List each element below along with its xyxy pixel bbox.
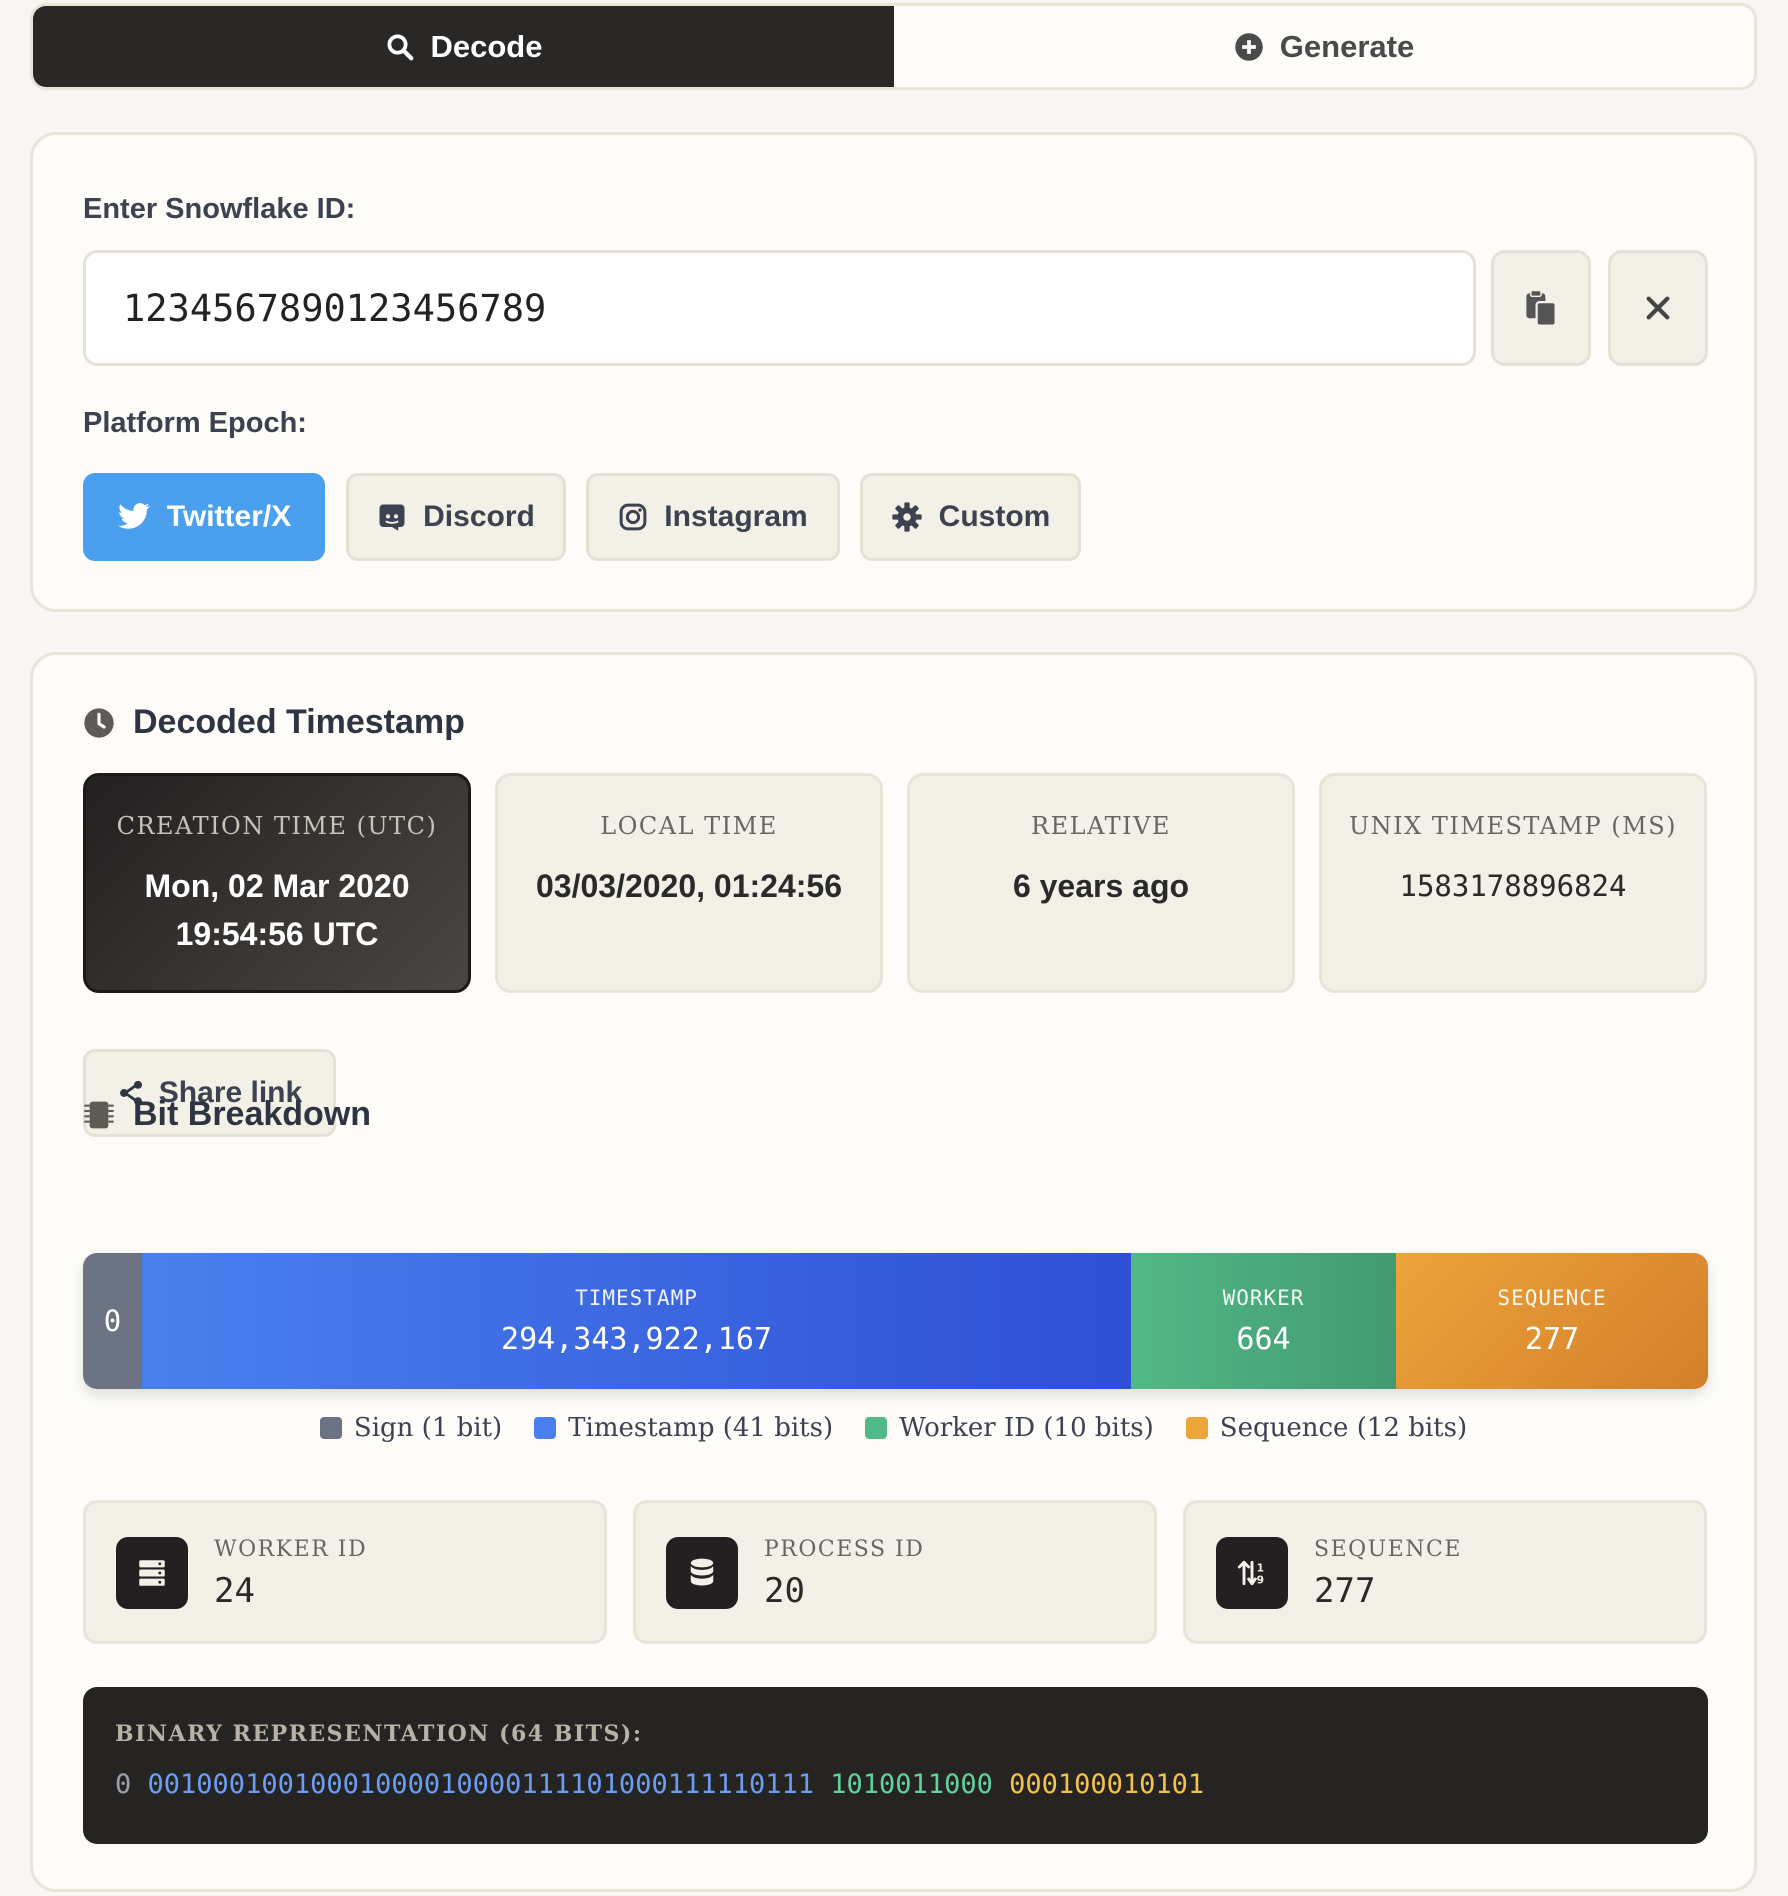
- worker-segment: WORKER 664: [1131, 1253, 1396, 1389]
- sequence-value: 277: [1314, 1571, 1376, 1611]
- legend-item-sequence: Sequence (12 bits): [1185, 1413, 1468, 1443]
- unix-timestamp-label: UNIX TIMESTAMP (MS): [1348, 812, 1678, 840]
- decoded-timestamp-title: Decoded Timestamp: [133, 703, 465, 741]
- creation-time-card: CREATION TIME (UTC) Mon, 02 Mar 2020 19:…: [83, 773, 471, 993]
- epoch-option-instagram[interactable]: Instagram: [586, 473, 840, 561]
- bit-breakdown-title: Bit Breakdown: [133, 1095, 372, 1133]
- decoded-card: Decoded Timestamp CREATION TIME (UTC) Mo…: [30, 652, 1757, 1892]
- tab-decode[interactable]: Decode: [33, 6, 894, 87]
- clipboard-icon: [1523, 289, 1559, 327]
- local-time-value: 03/03/2020, 01:24:56: [535, 868, 843, 904]
- worker-id-card: WORKER ID 24: [83, 1500, 607, 1644]
- local-time-label: LOCAL TIME: [600, 812, 778, 840]
- sort-icon: 19: [1216, 1537, 1288, 1609]
- legend-item-sign: Sign (1 bit): [319, 1413, 503, 1443]
- process-id-label: PROCESS ID: [764, 1537, 925, 1562]
- relative-time-label: RELATIVE: [1031, 812, 1171, 840]
- sequence-segment-value: 277: [1524, 1321, 1580, 1357]
- unix-timestamp-card: UNIX TIMESTAMP (MS) 1583178896824: [1319, 773, 1707, 993]
- binary-representation: BINARY REPRESENTATION (64 BITS): 0 00100…: [83, 1687, 1708, 1844]
- binary-sequence-bits: 000100010101: [1009, 1769, 1205, 1800]
- sign-segment: 0: [83, 1253, 142, 1389]
- clear-button[interactable]: [1608, 250, 1708, 366]
- bit-breakdown-bar: 0 TIMESTAMP 294,343,922,167 WORKER 664 S…: [83, 1253, 1708, 1389]
- paste-button[interactable]: [1491, 250, 1591, 366]
- legend-label: Timestamp (41 bits): [568, 1413, 834, 1443]
- sequence-segment-label: SEQUENCE: [1497, 1285, 1607, 1310]
- legend-item-timestamp: Timestamp (41 bits): [534, 1413, 833, 1443]
- binary-sign-bits: 0: [115, 1769, 132, 1800]
- process-id-value: 20: [764, 1571, 805, 1611]
- input-card: Enter Snowflake ID: Platform Epoch: Twit…: [30, 132, 1757, 612]
- timestamp-segment: TIMESTAMP 294,343,922,167: [142, 1253, 1131, 1389]
- snowflake-id-label: Enter Snowflake ID:: [83, 193, 356, 225]
- binary-worker-bits: 1010011000: [830, 1769, 993, 1800]
- bit-breakdown-heading: Bit Breakdown: [83, 1095, 371, 1134]
- close-icon: [1644, 294, 1672, 322]
- legend-label: Worker ID (10 bits): [899, 1413, 1154, 1443]
- platform-epoch-label: Platform Epoch:: [83, 407, 307, 439]
- epoch-option-label: Twitter/X: [166, 500, 292, 533]
- legend-label: Sequence (12 bits): [1219, 1413, 1468, 1443]
- creation-time-value: Mon, 02 Mar 2020 19:54:56 UTC: [144, 868, 410, 952]
- unix-timestamp-value: 1583178896824: [1399, 869, 1627, 903]
- timestamp-segment-label: TIMESTAMP: [575, 1285, 698, 1310]
- mode-tabs: Decode Generate: [30, 3, 1757, 90]
- epoch-option-twitter[interactable]: Twitter/X: [83, 473, 325, 561]
- legend-swatch: [865, 1417, 888, 1439]
- legend-swatch: [319, 1417, 342, 1439]
- tab-generate[interactable]: Generate: [894, 6, 1754, 87]
- snowflake-id-input[interactable]: [83, 250, 1476, 366]
- binary-label: BINARY REPRESENTATION (64 BITS):: [115, 1721, 643, 1747]
- plus-circle-icon: [1234, 32, 1264, 62]
- tab-decode-label: Decode: [430, 28, 543, 64]
- binary-timestamp-bits: 0010001001000100001000011110100011111011…: [147, 1769, 815, 1800]
- epoch-option-label: Discord: [423, 500, 535, 533]
- twitter-icon: [117, 502, 151, 532]
- legend-label: Sign (1 bit): [353, 1413, 503, 1443]
- process-id-card: PROCESS ID 20: [633, 1500, 1157, 1644]
- chip-icon: [83, 1099, 115, 1131]
- creation-time-label: CREATION TIME (UTC): [116, 812, 438, 840]
- sequence-card: 19 SEQUENCE 277: [1183, 1500, 1707, 1644]
- worker-id-label: WORKER ID: [214, 1537, 368, 1562]
- bit-legend: Sign (1 bit) Timestamp (41 bits) Worker …: [33, 1413, 1754, 1443]
- timestamp-segment-value: 294,343,922,167: [501, 1321, 772, 1357]
- sign-value: 0: [103, 1304, 122, 1338]
- sequence-label: SEQUENCE: [1314, 1537, 1462, 1562]
- server-icon: [116, 1537, 188, 1609]
- instagram-icon: [618, 502, 648, 532]
- tab-generate-label: Generate: [1279, 28, 1415, 64]
- legend-swatch: [534, 1417, 557, 1439]
- binary-value: 0 00100010010001000010000111101000111110…: [115, 1769, 1676, 1800]
- legend-swatch: [1185, 1417, 1208, 1439]
- relative-time-value: 6 years ago: [1012, 868, 1190, 904]
- discord-icon: [377, 502, 407, 532]
- worker-id-value: 24: [214, 1571, 255, 1611]
- local-time-card: LOCAL TIME 03/03/2020, 01:24:56: [495, 773, 883, 993]
- worker-segment-value: 664: [1236, 1321, 1291, 1357]
- database-icon: [666, 1537, 738, 1609]
- search-icon: [385, 32, 415, 62]
- gear-icon: [891, 501, 923, 533]
- epoch-option-discord[interactable]: Discord: [346, 473, 566, 561]
- epoch-option-label: Instagram: [664, 500, 808, 533]
- decoded-timestamp-heading: Decoded Timestamp: [83, 703, 465, 742]
- relative-time-card: RELATIVE 6 years ago: [907, 773, 1295, 993]
- legend-item-worker: Worker ID (10 bits): [865, 1413, 1154, 1443]
- epoch-option-custom[interactable]: Custom: [860, 473, 1081, 561]
- svg-text:9: 9: [1257, 1574, 1264, 1587]
- worker-segment-label: WORKER: [1222, 1285, 1305, 1310]
- sequence-segment: SEQUENCE 277: [1396, 1253, 1708, 1389]
- clock-icon: [83, 707, 115, 739]
- epoch-option-label: Custom: [938, 500, 1051, 533]
